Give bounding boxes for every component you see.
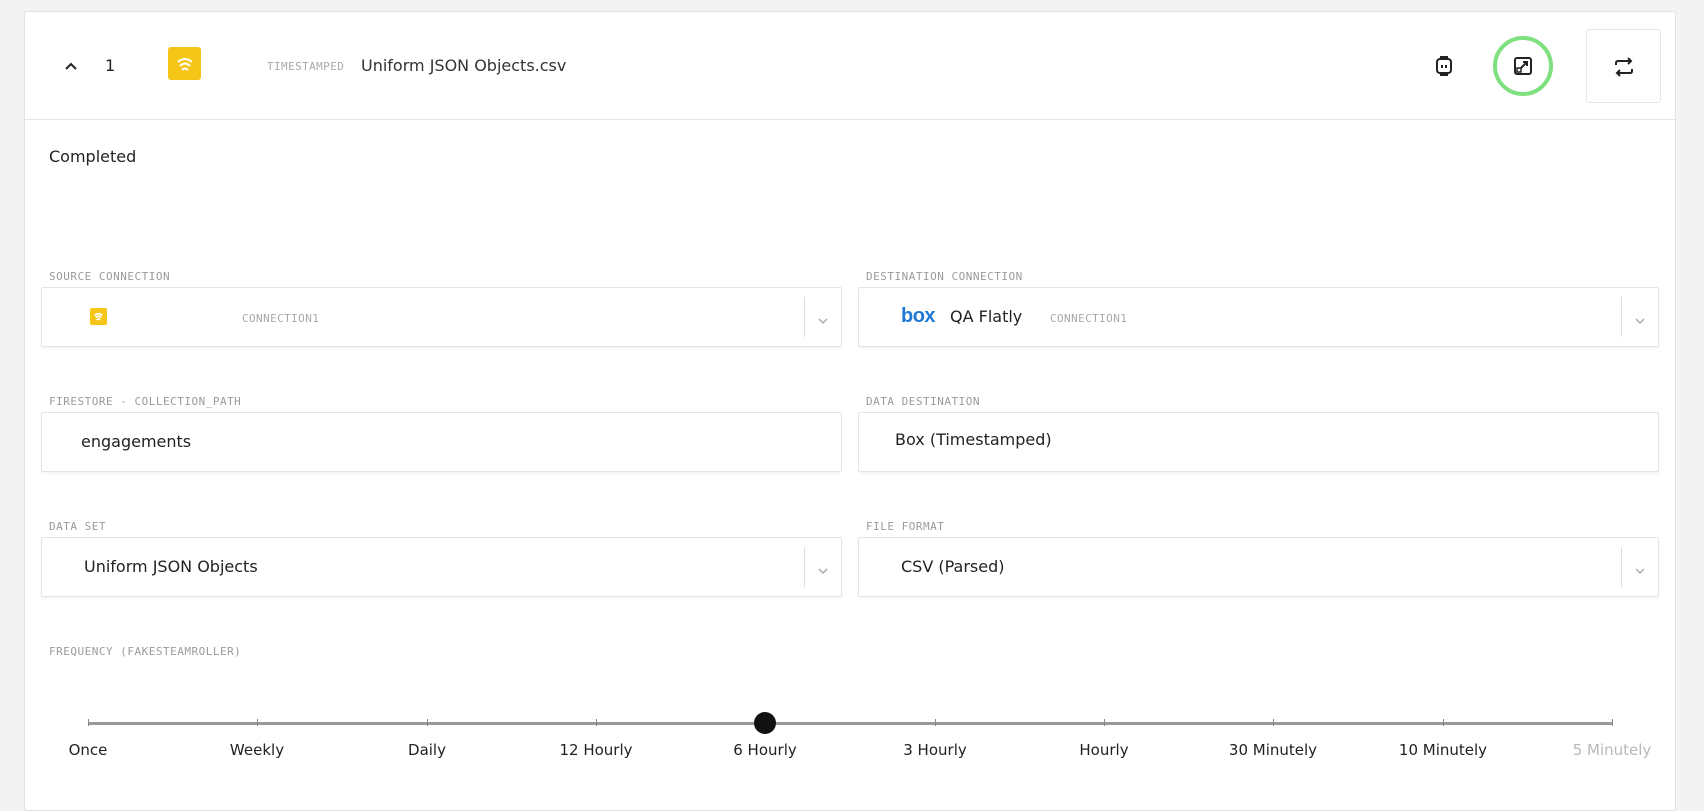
frequency-option-label[interactable]: Weekly xyxy=(230,741,284,759)
chevron-down-icon[interactable] xyxy=(1634,562,1646,575)
frequency-option-label[interactable]: 3 Hourly xyxy=(903,741,967,759)
frequency-slider-track[interactable] xyxy=(88,722,1612,725)
frequency-option-label[interactable]: 30 Minutely xyxy=(1229,741,1317,759)
destination-connection-label: DESTINATION CONNECTION xyxy=(866,270,1023,283)
frequency-tick xyxy=(596,719,597,726)
chevron-down-icon[interactable] xyxy=(817,312,829,325)
sync-button[interactable] xyxy=(1586,29,1661,103)
chevron-down-icon[interactable] xyxy=(817,562,829,575)
sync-icon xyxy=(1612,55,1636,79)
destination-connection-name: QA Flatly xyxy=(950,307,1023,326)
frequency-option-label[interactable]: 12 Hourly xyxy=(559,741,632,759)
pipeline-header: 1 TIMESTAMPED Uniform JSON Objects.csv xyxy=(25,12,1675,120)
collection-path-input[interactable]: engagements xyxy=(41,412,842,472)
frequency-tick xyxy=(1104,719,1105,726)
source-connection-tag: CONNECTION1 xyxy=(242,312,320,325)
file-name: Uniform JSON Objects.csv xyxy=(361,56,567,75)
firestore-logo-icon xyxy=(90,308,107,325)
select-divider xyxy=(804,547,805,587)
frequency-option-label[interactable]: Daily xyxy=(408,741,446,759)
frequency-slider-handle[interactable] xyxy=(754,712,776,734)
frequency-option-label[interactable]: 10 Minutely xyxy=(1399,741,1487,759)
open-external-icon[interactable] xyxy=(1511,54,1535,78)
destination-connection-select[interactable]: box QA Flatly CONNECTION1 xyxy=(858,287,1659,347)
frequency-tick xyxy=(427,719,428,726)
timestamped-tag: TIMESTAMPED xyxy=(267,60,345,73)
pipeline-card: 1 TIMESTAMPED Uniform JSON Objects.csv C… xyxy=(24,11,1676,811)
firestore-logo-icon xyxy=(168,47,201,80)
data-destination-value: Box (Timestamped) xyxy=(895,430,1052,449)
collection-path-label: FIRESTORE - COLLECTION_PATH xyxy=(49,395,242,408)
source-connection-select[interactable]: CONNECTION1 xyxy=(41,287,842,347)
watch-icon[interactable] xyxy=(1432,54,1456,78)
data-destination-field[interactable]: Box (Timestamped) xyxy=(858,412,1659,472)
file-format-label: FILE FORMAT xyxy=(866,520,945,533)
frequency-tick xyxy=(1443,719,1444,726)
status-text: Completed xyxy=(49,147,137,166)
frequency-label: FREQUENCY (FAKESTEAMROLLER) xyxy=(49,645,242,658)
data-destination-label: DATA DESTINATION xyxy=(866,395,980,408)
collection-path-value: engagements xyxy=(81,432,192,451)
frequency-option-label[interactable]: Hourly xyxy=(1079,741,1128,759)
frequency-tick xyxy=(935,719,936,726)
chevron-up-icon[interactable] xyxy=(61,56,81,76)
row-number: 1 xyxy=(105,56,116,75)
frequency-option-label[interactable]: 5 Minutely xyxy=(1573,741,1652,759)
select-divider xyxy=(804,297,805,337)
frequency-option-label[interactable]: Once xyxy=(69,741,108,759)
box-logo: box xyxy=(901,305,936,327)
destination-connection-tag: CONNECTION1 xyxy=(1050,312,1128,325)
frequency-tick xyxy=(1273,719,1274,726)
frequency-tick xyxy=(257,719,258,726)
data-set-select[interactable]: Uniform JSON Objects xyxy=(41,537,842,597)
select-divider xyxy=(1621,547,1622,587)
file-format-select[interactable]: CSV (Parsed) xyxy=(858,537,1659,597)
chevron-down-icon[interactable] xyxy=(1634,312,1646,325)
data-set-label: DATA SET xyxy=(49,520,106,533)
source-connection-label: SOURCE CONNECTION xyxy=(49,270,171,283)
frequency-tick xyxy=(88,719,89,726)
data-set-value: Uniform JSON Objects xyxy=(84,557,258,576)
frequency-tick xyxy=(1612,719,1613,726)
file-format-value: CSV (Parsed) xyxy=(901,557,1005,576)
select-divider xyxy=(1621,297,1622,337)
frequency-option-label[interactable]: 6 Hourly xyxy=(733,741,797,759)
